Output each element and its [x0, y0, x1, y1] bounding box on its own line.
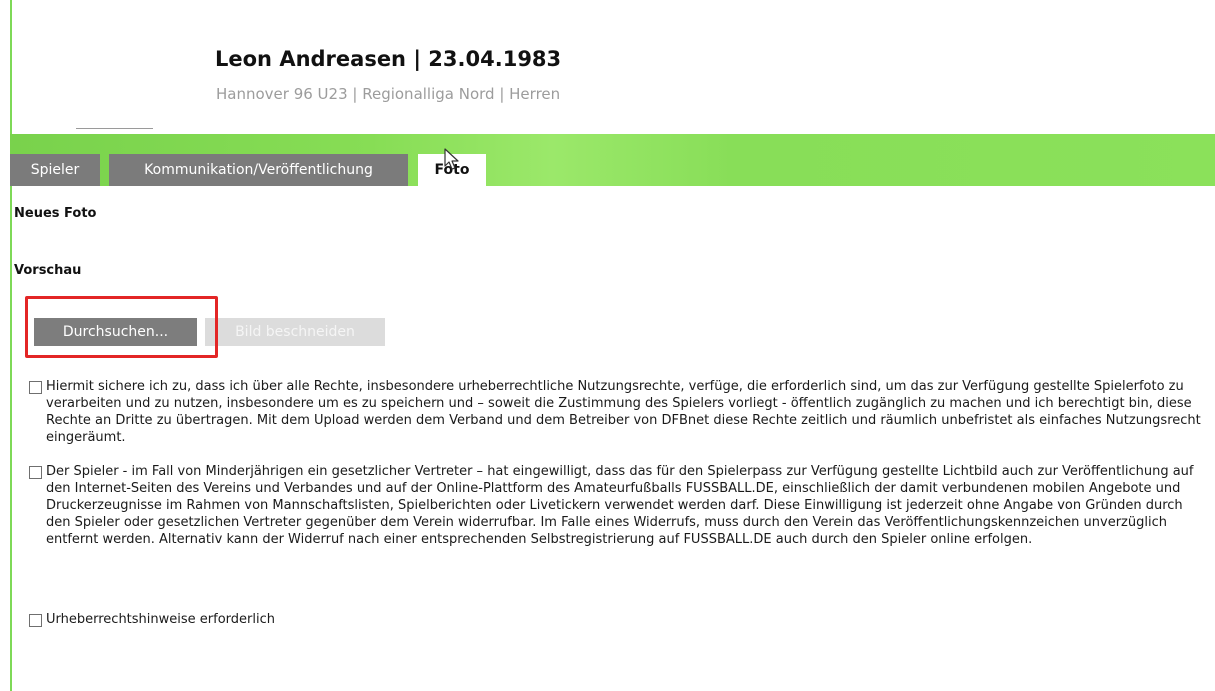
mouse-pointer-icon	[444, 148, 459, 170]
new-photo-label: Neues Foto	[14, 206, 97, 221]
player-name-heading: Leon Andreasen | 23.04.1983	[215, 47, 562, 71]
left-accent-border	[10, 0, 12, 691]
copyright-notice-checkbox[interactable]	[29, 614, 42, 627]
consent-rights-item: Hiermit sichere ich zu, dass ich über al…	[29, 378, 1205, 446]
player-team-subtitle: Hannover 96 U23 | Regionalliga Nord | He…	[216, 85, 561, 103]
consent-rights-checkbox[interactable]	[29, 381, 42, 394]
consent-publication-text: Der Spieler - im Fall von Minderjährigen…	[46, 464, 1194, 547]
tab-spieler[interactable]: Spieler	[10, 154, 100, 186]
consent-publication-checkbox[interactable]	[29, 466, 42, 479]
preview-label: Vorschau	[14, 263, 82, 278]
crop-image-button: Bild beschneiden	[205, 318, 385, 346]
tab-kommunikation[interactable]: Kommunikation/Veröffentlichung	[109, 154, 408, 186]
consent-publication-item: Der Spieler - im Fall von Minderjährigen…	[29, 463, 1205, 548]
header-divider	[76, 128, 153, 129]
highlight-annotation-box	[25, 296, 218, 358]
consent-rights-text: Hiermit sichere ich zu, dass ich über al…	[46, 379, 1201, 445]
copyright-notice-text: Urheberrechtshinweise erforderlich	[46, 612, 275, 627]
copyright-notice-item: Urheberrechtshinweise erforderlich	[29, 611, 1205, 628]
tab-bar: Spieler Kommunikation/Veröffentlichung F…	[10, 134, 1215, 186]
